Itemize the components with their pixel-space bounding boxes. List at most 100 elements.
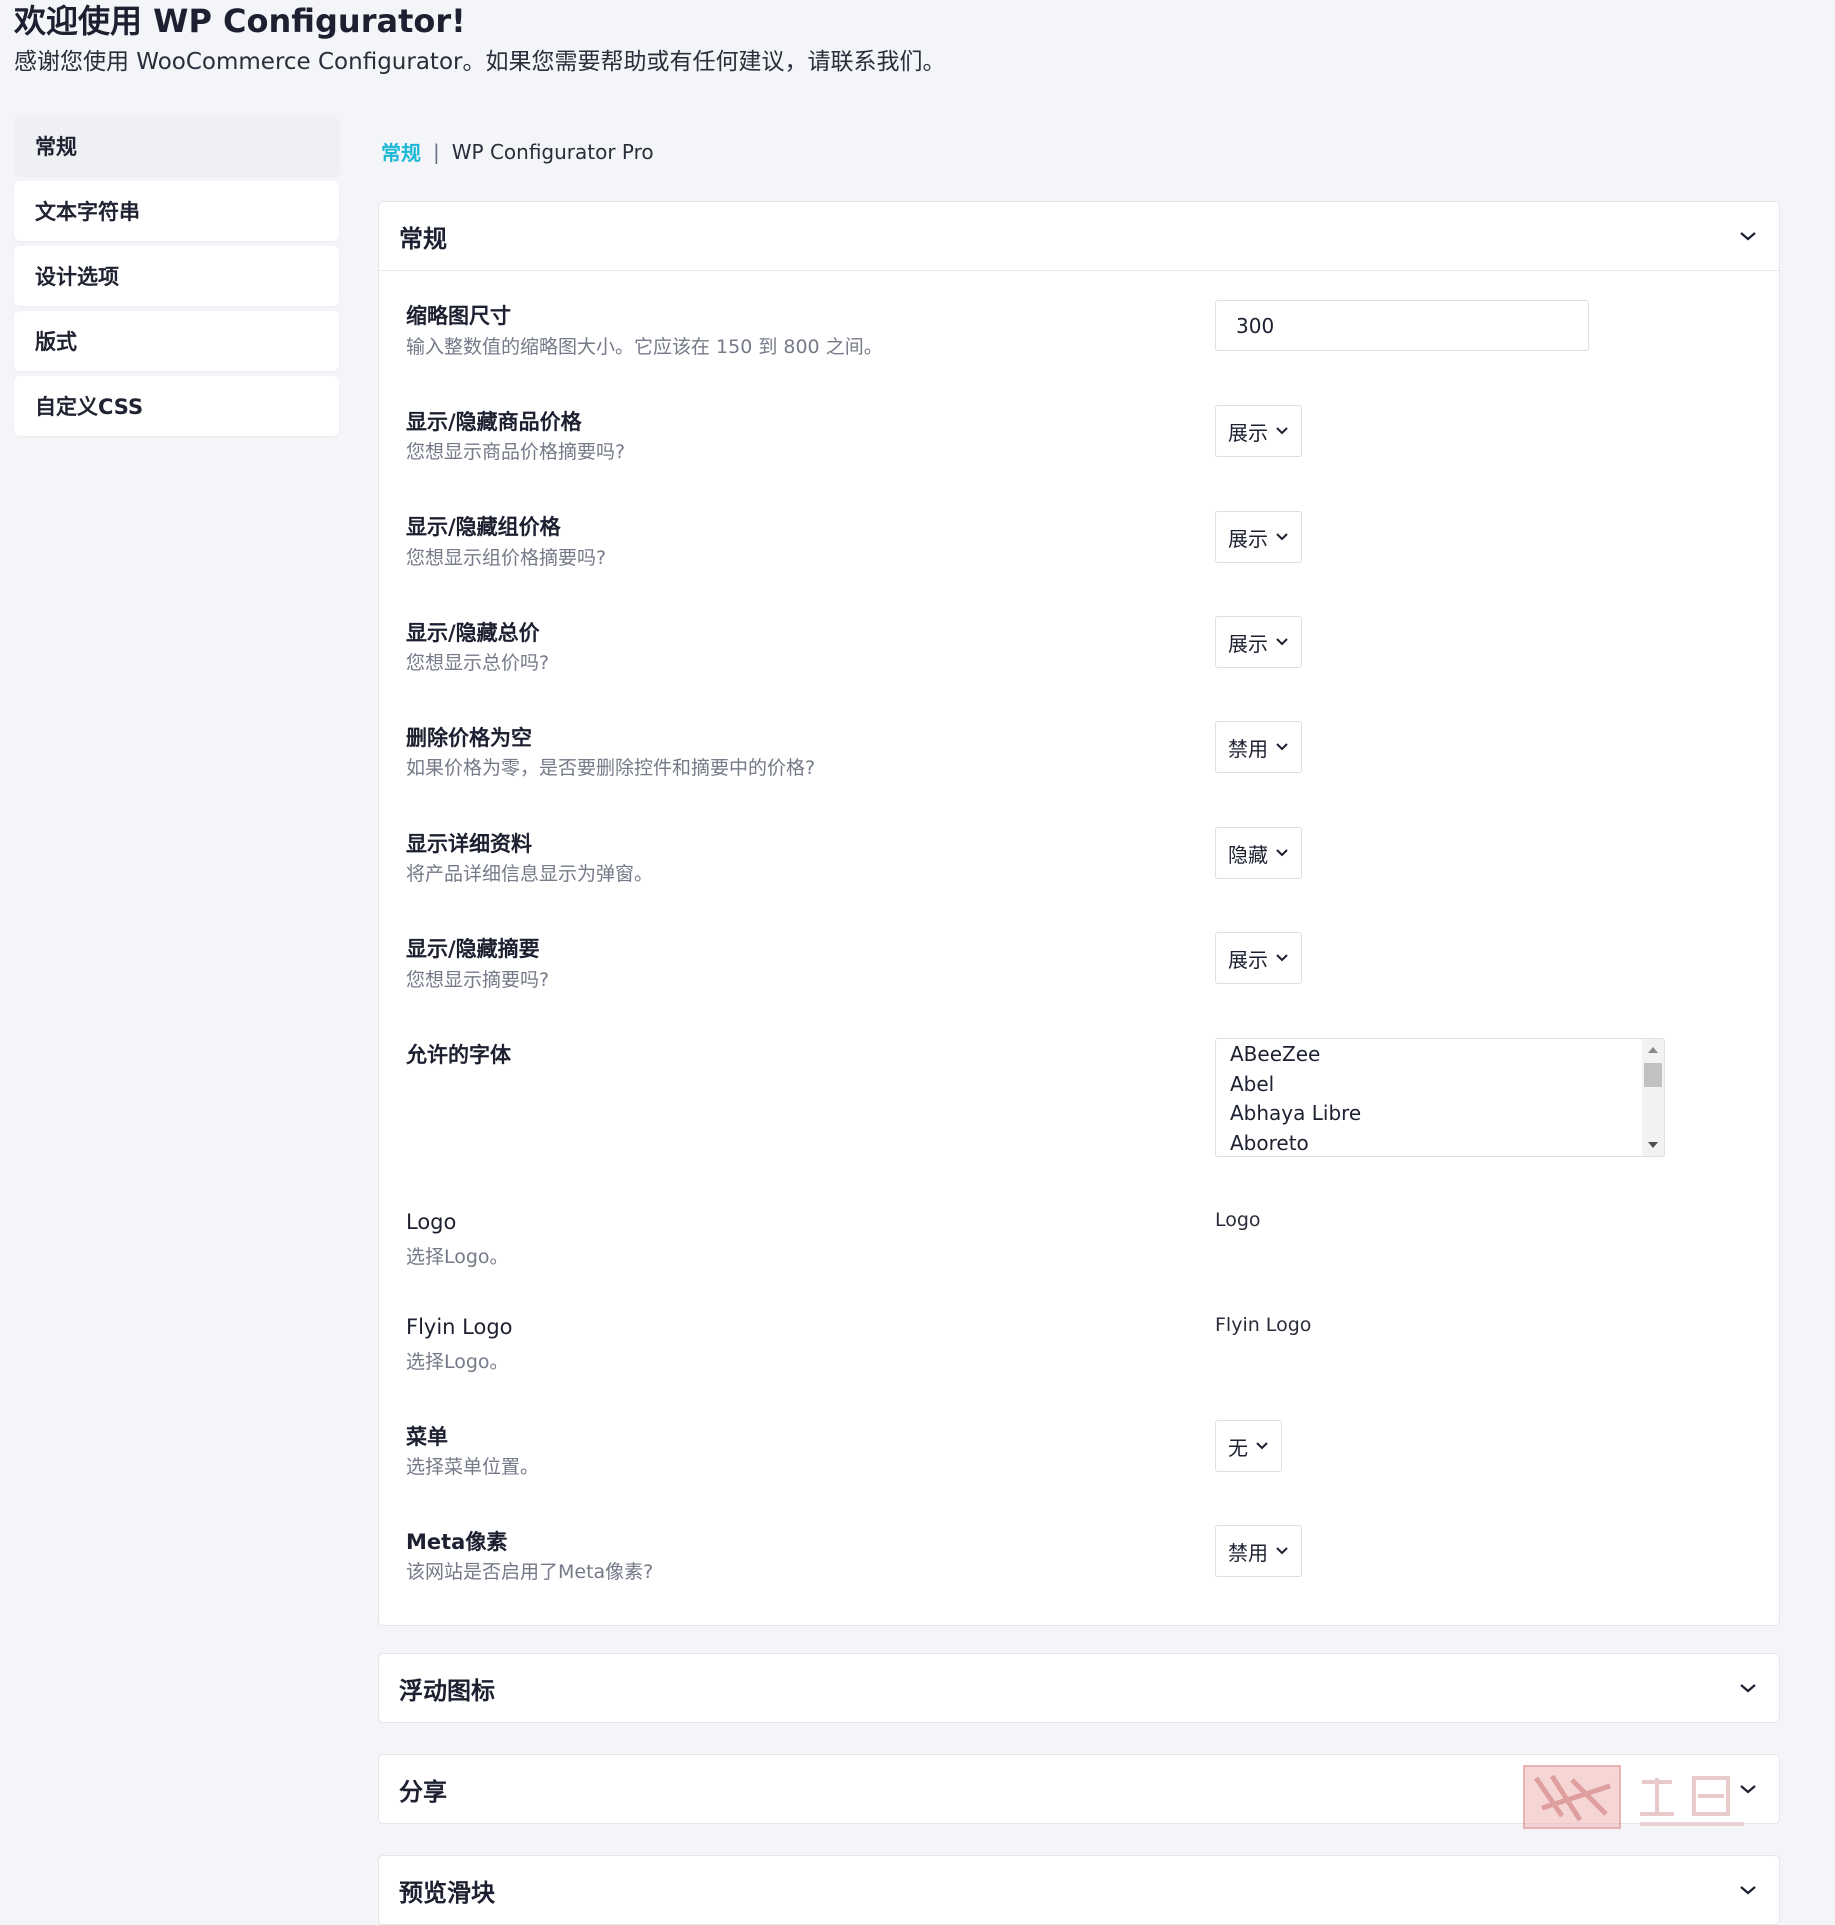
total-price-desc: 您想显示总价吗?: [406, 652, 550, 674]
chevron-down-icon: [1276, 954, 1288, 962]
breadcrumb: 常规 | WP Configurator Pro: [381, 137, 654, 166]
settings-sidebar: 常规 文本字符串 设计选项 版式 自定义CSS: [14, 116, 339, 441]
sidebar-item-typography[interactable]: 版式: [14, 311, 339, 371]
sidebar-item-label: 常规: [35, 135, 77, 159]
panel-header-share[interactable]: 分享: [379, 1755, 1779, 1823]
panel-body-general: 缩略图尺寸 输入整数值的缩略图大小。它应该在 150 到 800 之间。 显示/…: [379, 270, 1779, 1625]
triangle-up-icon[interactable]: [1648, 1047, 1658, 1053]
show-details-control: 隐藏: [1215, 827, 1302, 879]
show-details-select[interactable]: 隐藏: [1215, 827, 1302, 879]
panel-title: 分享: [399, 1777, 447, 1806]
panel-title: 浮动图标: [399, 1676, 495, 1705]
sidebar-item-design-options[interactable]: 设计选项: [14, 246, 339, 306]
chevron-down-icon[interactable]: [1739, 1783, 1757, 1795]
listbox-scrollbar[interactable]: [1642, 1039, 1664, 1156]
logo-picker[interactable]: Logo: [1215, 1209, 1261, 1231]
summary-control: 展示: [1215, 932, 1302, 984]
sidebar-item-label: 文本字符串: [35, 200, 140, 224]
meta-pixel-control: 禁用: [1215, 1525, 1302, 1577]
chevron-down-icon[interactable]: [1739, 230, 1757, 242]
remove-zero-price-label: 删除价格为空: [406, 726, 532, 750]
select-value: 展示: [1228, 420, 1268, 445]
select-value: 禁用: [1228, 736, 1268, 761]
font-option[interactable]: ABeeZee: [1216, 1040, 1664, 1070]
share-panel: 分享: [378, 1754, 1780, 1824]
select-value: 隐藏: [1228, 842, 1268, 867]
product-price-select[interactable]: 展示: [1215, 405, 1302, 457]
triangle-down-icon[interactable]: [1648, 1142, 1658, 1148]
menu-desc: 选择菜单位置。: [406, 1456, 540, 1478]
scroll-thumb[interactable]: [1644, 1063, 1662, 1087]
breadcrumb-current[interactable]: 常规: [381, 137, 421, 166]
select-value: 展示: [1228, 631, 1268, 656]
total-price-label: 显示/隐藏总价: [406, 621, 540, 645]
summary-label: 显示/隐藏摘要: [406, 937, 540, 961]
panel-header-general[interactable]: 常规: [379, 202, 1779, 270]
remove-zero-price-select[interactable]: 禁用: [1215, 721, 1302, 773]
select-value: 无: [1228, 1435, 1248, 1460]
summary-desc: 您想显示摘要吗?: [406, 969, 550, 991]
sidebar-item-custom-css[interactable]: 自定义CSS: [14, 376, 339, 436]
panel-title: 常规: [399, 224, 447, 253]
chevron-down-icon: [1256, 1442, 1268, 1450]
chevron-down-icon: [1276, 1547, 1288, 1555]
group-price-label: 显示/隐藏组价格: [406, 515, 561, 539]
sidebar-item-label: 版式: [35, 330, 77, 354]
meta-pixel-desc: 该网站是否启用了Meta像素?: [406, 1561, 654, 1583]
chevron-down-icon: [1276, 849, 1288, 857]
flyin-logo-picker[interactable]: Flyin Logo: [1215, 1314, 1311, 1336]
show-details-desc: 将产品详细信息显示为弹窗。: [406, 863, 654, 885]
chevron-down-icon[interactable]: [1739, 1682, 1757, 1694]
preview-slider-panel: 预览滑块: [378, 1855, 1780, 1925]
menu-select[interactable]: 无: [1215, 1420, 1282, 1472]
thumbnail-size-desc: 输入整数值的缩略图大小。它应该在 150 到 800 之间。: [406, 336, 883, 358]
thumbnail-size-control: [1215, 300, 1589, 351]
general-settings-panel: 常规 缩略图尺寸 输入整数值的缩略图大小。它应该在 150 到 800 之间。 …: [378, 201, 1780, 1626]
chevron-down-icon[interactable]: [1739, 1884, 1757, 1896]
page-header: 欢迎使用 WP Configurator! 感谢您使用 WooCommerce …: [14, 0, 945, 82]
flyin-logo-label: Flyin Logo: [406, 1315, 513, 1339]
page-title: 欢迎使用 WP Configurator!: [14, 2, 466, 40]
meta-pixel-label: Meta像素: [406, 1530, 508, 1554]
chevron-down-icon: [1276, 427, 1288, 435]
sidebar-item-label: 设计选项: [35, 265, 119, 289]
allowed-fonts-listbox[interactable]: ABeeZee Abel Abhaya Libre Aboreto: [1215, 1038, 1665, 1157]
logo-label: Logo: [406, 1210, 457, 1234]
product-price-desc: 您想显示商品价格摘要吗?: [406, 441, 626, 463]
sidebar-item-text-strings[interactable]: 文本字符串: [14, 181, 339, 241]
floating-icons-panel: 浮动图标: [378, 1653, 1780, 1723]
chevron-down-icon: [1276, 743, 1288, 751]
panel-header-preview-slider[interactable]: 预览滑块: [379, 1856, 1779, 1924]
page-subtitle: 感谢您使用 WooCommerce Configurator。如果您需要帮助或有…: [14, 49, 946, 75]
select-value: 展示: [1228, 947, 1268, 972]
select-value: 禁用: [1228, 1540, 1268, 1565]
thumbnail-size-input[interactable]: [1215, 300, 1589, 351]
panel-title: 预览滑块: [399, 1878, 495, 1907]
total-price-select[interactable]: 展示: [1215, 616, 1302, 668]
font-option[interactable]: Aboreto: [1216, 1129, 1664, 1157]
allowed-fonts-control: ABeeZee Abel Abhaya Libre Aboreto: [1215, 1038, 1665, 1157]
chevron-down-icon: [1276, 533, 1288, 541]
sidebar-item-general[interactable]: 常规: [14, 116, 339, 176]
summary-select[interactable]: 展示: [1215, 932, 1302, 984]
product-price-control: 展示: [1215, 405, 1302, 457]
allowed-fonts-label: 允许的字体: [406, 1043, 511, 1067]
group-price-control: 展示: [1215, 511, 1302, 563]
sidebar-item-label: 自定义CSS: [35, 395, 144, 419]
select-value: 展示: [1228, 526, 1268, 551]
logo-desc: 选择Logo。: [406, 1246, 509, 1268]
group-price-select[interactable]: 展示: [1215, 511, 1302, 563]
group-price-desc: 您想显示组价格摘要吗?: [406, 547, 607, 569]
breadcrumb-product: WP Configurator Pro: [451, 139, 654, 164]
listbox-options: ABeeZee Abel Abhaya Libre Aboreto: [1216, 1039, 1664, 1157]
panel-header-floating-icons[interactable]: 浮动图标: [379, 1654, 1779, 1722]
font-option[interactable]: Abhaya Libre: [1216, 1099, 1664, 1129]
thumbnail-size-label: 缩略图尺寸: [406, 304, 511, 328]
menu-control: 无: [1215, 1420, 1282, 1472]
flyin-logo-desc: 选择Logo。: [406, 1351, 509, 1373]
menu-label: 菜单: [406, 1425, 448, 1449]
remove-zero-price-desc: 如果价格为零，是否要删除控件和摘要中的价格?: [406, 757, 816, 779]
meta-pixel-select[interactable]: 禁用: [1215, 1525, 1302, 1577]
total-price-control: 展示: [1215, 616, 1302, 668]
font-option[interactable]: Abel: [1216, 1070, 1664, 1100]
